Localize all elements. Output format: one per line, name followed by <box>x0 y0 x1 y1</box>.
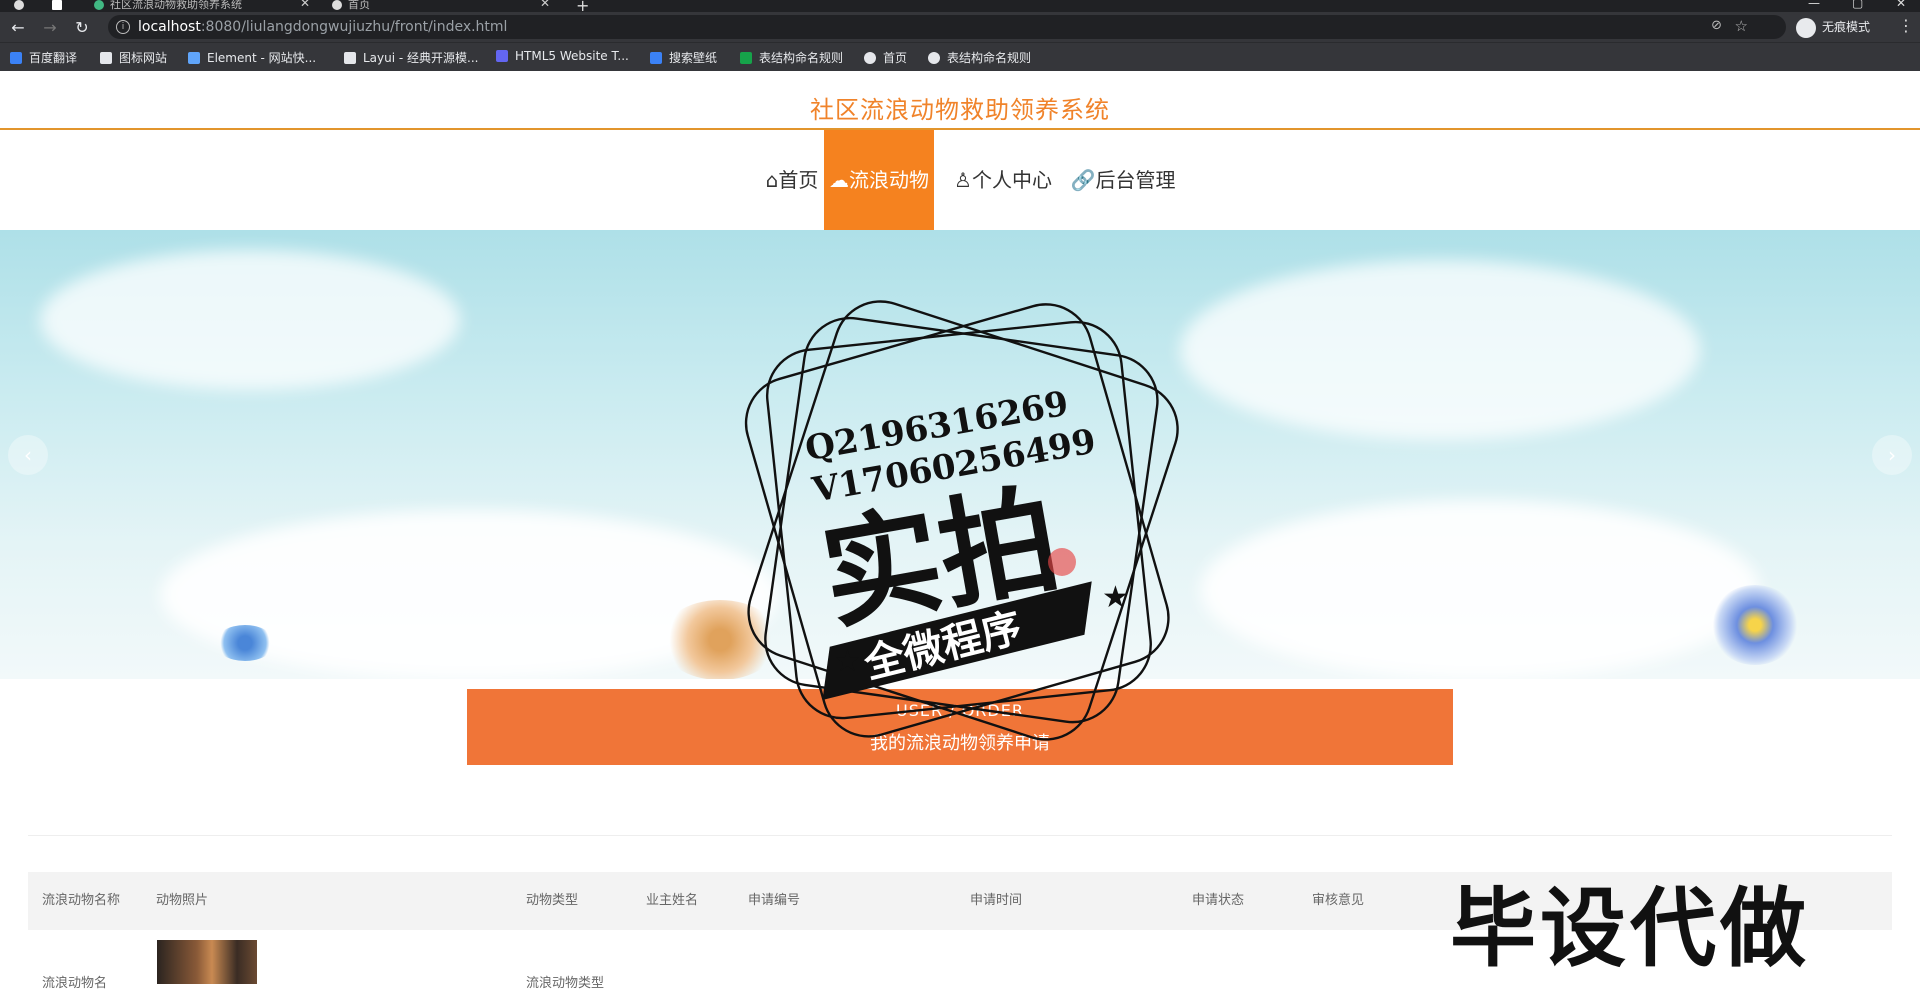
kebab-menu-icon[interactable]: ⋮ <box>1898 16 1914 35</box>
html5-icon <box>496 50 508 62</box>
element-icon <box>188 52 200 64</box>
col-photo: 动物照片 <box>156 893 209 908</box>
chrome-menu-icon[interactable] <box>14 0 54 12</box>
col-animal-name: 流浪动物名称 <box>42 893 121 908</box>
sheet-icon <box>740 52 752 64</box>
tracking-blocked-icon[interactable]: ⊘ <box>1711 18 1722 33</box>
bookmark-item[interactable]: 首页 <box>864 49 907 66</box>
col-type: 动物类型 <box>526 893 579 908</box>
reload-icon[interactable]: ↻ <box>72 18 92 37</box>
flag-icon <box>100 52 112 64</box>
bookmark-item[interactable]: Layui - 经典开源模... <box>344 49 478 66</box>
info-icon[interactable]: i <box>116 20 130 34</box>
col-app-time: 申请时间 <box>970 893 1023 908</box>
col-review: 审核意见 <box>1312 893 1365 908</box>
tab-home[interactable]: 首页 ✕ <box>332 0 552 12</box>
tab-title: 首页 <box>348 0 370 11</box>
forward-icon[interactable]: → <box>40 18 60 37</box>
wallpaper-icon <box>650 52 662 64</box>
globe-icon <box>332 0 342 10</box>
site-title: 社区流浪动物救助领养系统 <box>810 96 1110 124</box>
bookmark-item[interactable]: 表结构命名规则 <box>928 49 1031 66</box>
close-icon[interactable]: ✕ <box>540 0 550 9</box>
incognito-label: 无痕模式 <box>1822 20 1871 34</box>
bookmark-label: HTML5 Website T... <box>515 49 629 63</box>
cell-animal-name: 流浪动物名 <box>42 976 108 991</box>
bookmark-item[interactable]: Element - 网站快... <box>188 49 316 66</box>
close-window-icon[interactable]: ✕ <box>1896 0 1906 10</box>
url-text[interactable]: localhost:8080/liulangdongwujiuzhu/front… <box>138 19 507 35</box>
star-icon: ★ <box>1102 580 1129 615</box>
watermark-corner-text: 毕设代做 <box>1450 879 1810 979</box>
close-icon[interactable]: ✕ <box>300 0 310 9</box>
maximize-icon[interactable]: ▢ <box>1852 0 1863 10</box>
tab-title: 社区流浪动物救助领养系统 <box>110 0 242 11</box>
bookmarks-bar: 百度翻译 图标网站 Element - 网站快... Layui - 经典开源模… <box>0 42 1920 71</box>
address-toolbar: ← → ↻ i localhost:8080/liulangdongwujiuz… <box>0 12 1920 42</box>
col-owner: 业主姓名 <box>646 893 699 908</box>
carousel-next-button[interactable]: › <box>1872 435 1912 475</box>
page-icon <box>52 0 64 12</box>
bookmark-item[interactable]: 表结构命名规则 <box>740 49 843 66</box>
minimize-icon[interactable]: — <box>1808 0 1820 10</box>
bookmark-label: Layui - 经典开源模... <box>363 51 479 65</box>
animal-photo <box>157 940 257 984</box>
url-bar[interactable]: i localhost:8080/liulangdongwujiuzhu/fro… <box>108 15 1786 39</box>
bookmark-item[interactable]: HTML5 Website T... <box>496 49 629 63</box>
nav-stray-animals[interactable]: ☁流浪动物 <box>824 130 934 230</box>
bookmark-item[interactable]: 搜索壁纸 <box>650 49 717 66</box>
translate-icon <box>10 52 22 64</box>
cell-type: 流浪动物类型 <box>526 976 605 991</box>
bookmark-label: 图标网站 <box>119 51 168 65</box>
col-app-no: 申请编号 <box>748 893 801 908</box>
tab-system[interactable]: 社区流浪动物救助领养系统 ✕ <box>94 0 314 12</box>
main-nav: ⌂首页 ☁流浪动物 ♙个人中心 🔗后台管理 <box>0 130 1920 230</box>
bookmark-star-icon[interactable]: ☆ <box>1735 17 1748 35</box>
globe-icon <box>928 52 940 64</box>
nav-personal-center[interactable]: ♙个人中心 <box>950 130 1056 230</box>
url-path: :8080/liulangdongwujiuzhu/front/index.ht… <box>200 19 508 35</box>
bookmark-label: 百度翻译 <box>29 51 78 65</box>
vue-icon <box>94 0 104 10</box>
bookmark-label: 首页 <box>883 51 908 65</box>
nav-admin[interactable]: 🔗后台管理 <box>1068 130 1178 230</box>
watermark-stamp: Q2196316269 V17060256499 实拍 全微程序 ★ ★ <box>744 300 1179 741</box>
back-icon[interactable]: ← <box>8 18 28 37</box>
bookmark-label: 表结构命名规则 <box>759 51 844 65</box>
globe-icon <box>864 52 876 64</box>
incognito-icon <box>1796 17 1816 38</box>
bookmark-item[interactable]: 百度翻译 <box>10 49 77 66</box>
star-icon: ★ <box>834 644 861 679</box>
bookmark-label: Element - 网站快... <box>207 51 317 65</box>
layui-icon <box>344 52 356 64</box>
browser-tab-strip: 社区流浪动物救助领养系统 ✕ 首页 ✕ + — ▢ ✕ <box>0 0 1920 15</box>
bookmark-label: 表结构命名规则 <box>947 51 1032 65</box>
cursor-highlight <box>1048 548 1076 576</box>
bookmark-label: 搜索壁纸 <box>669 51 718 65</box>
flower-icon <box>215 625 275 661</box>
divider <box>28 835 1892 836</box>
incognito-indicator[interactable]: 无痕模式 <box>1796 16 1870 38</box>
bookmark-item[interactable]: 图标网站 <box>100 49 167 66</box>
flower-icon <box>1710 585 1800 665</box>
url-host: localhost <box>138 19 201 35</box>
carousel-prev-button[interactable]: ‹ <box>8 435 48 475</box>
col-status: 申请状态 <box>1192 893 1245 908</box>
